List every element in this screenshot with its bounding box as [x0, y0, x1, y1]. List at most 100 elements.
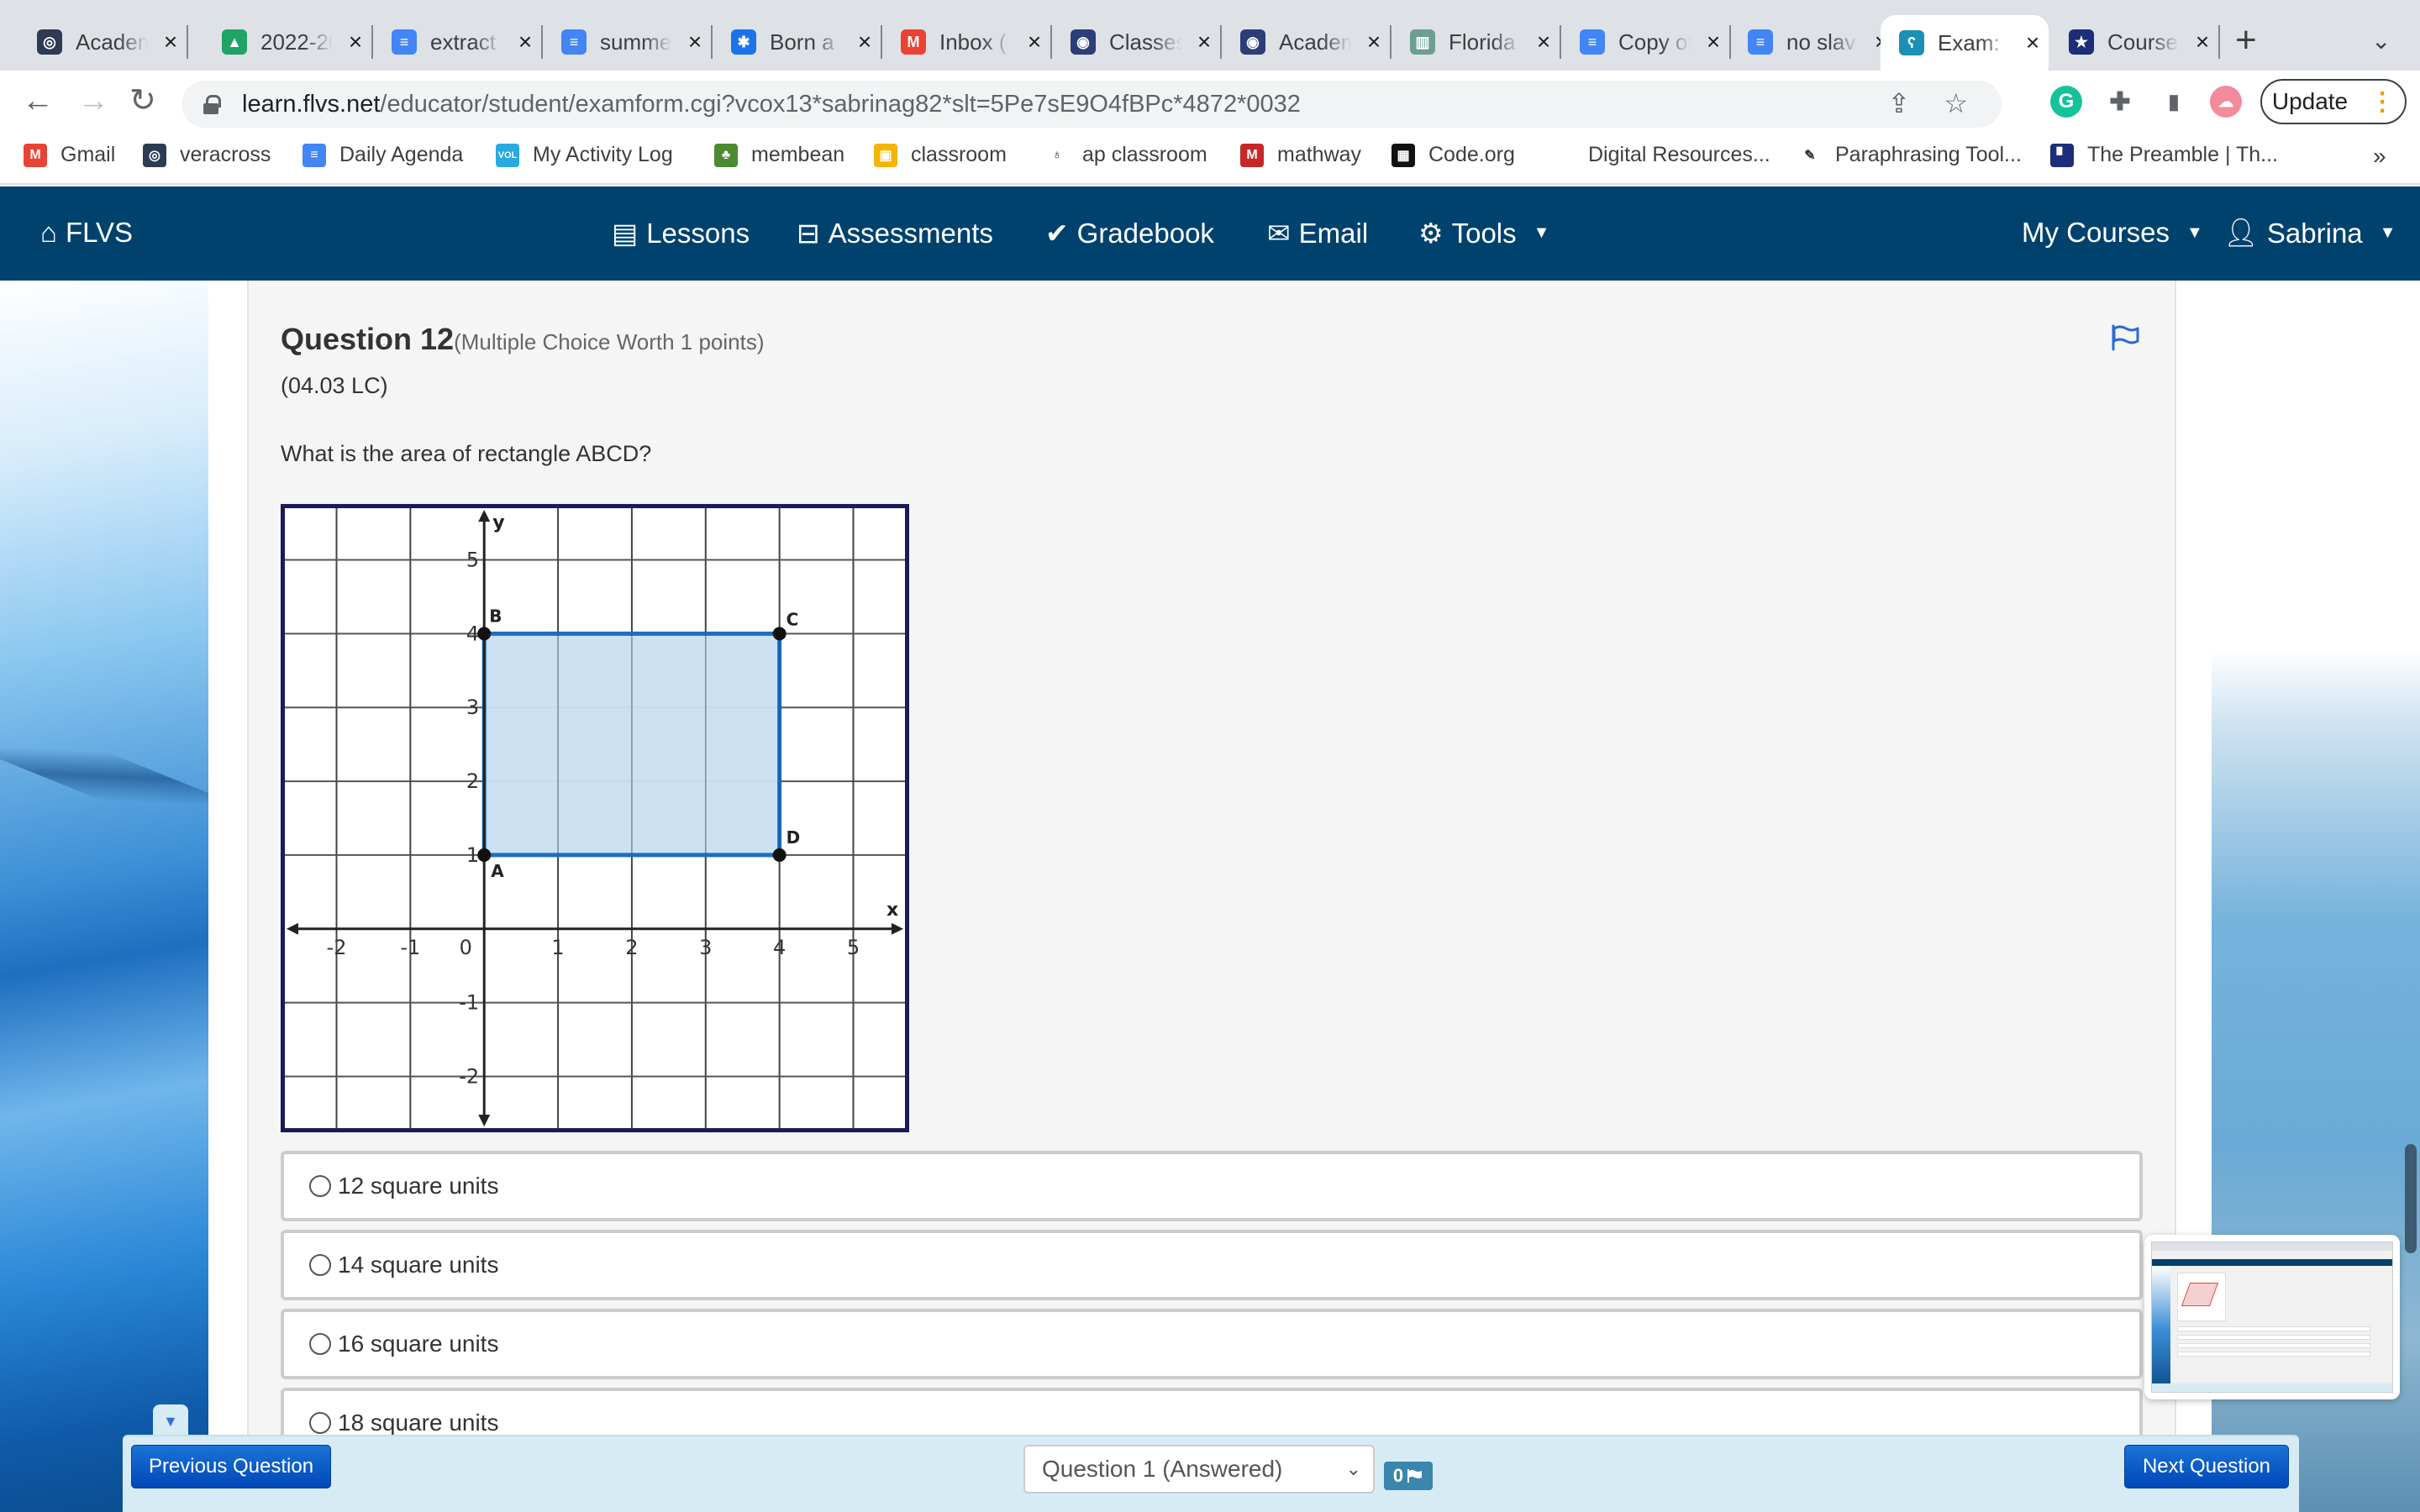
browser-tab[interactable]: ◉ Academics × [1222, 15, 1392, 69]
lock-icon[interactable] [203, 95, 221, 114]
browser-tab[interactable]: ▥ Florida × [1392, 15, 1561, 69]
nav-gradebook-label: Gradebook [1076, 217, 1214, 249]
y-tick-label: 3 [466, 696, 479, 719]
vol-icon: VOL [496, 143, 519, 167]
bookmark-item[interactable]: M Gmail [24, 143, 115, 167]
browser-tab[interactable]: ◉ Classes × [1052, 15, 1222, 69]
preamble-icon: ▘ [2050, 143, 2074, 167]
browser-toolbar: ← → ↻ learn.flvs.net/educator/student/ex… [0, 71, 2420, 131]
side-panel-icon[interactable]: ▮ [2158, 86, 2190, 118]
nav-email[interactable]: ✉ Email [1267, 217, 1368, 249]
bookmarks-overflow-icon[interactable]: » [2373, 143, 2386, 170]
radio-button[interactable] [309, 1412, 331, 1434]
collapse-toggle-icon[interactable]: ▼ [153, 1404, 188, 1438]
nav-assessments[interactable]: ⊟ Assessments [797, 217, 993, 249]
x-tick-label: 3 [699, 936, 712, 959]
asterisk-icon: ✱ [731, 29, 756, 55]
close-tab-icon[interactable]: × [852, 29, 877, 55]
profile-avatar[interactable]: ☁ [2210, 86, 2242, 118]
bookmark-item[interactable]: VOL My Activity Log [496, 143, 673, 167]
radio-button[interactable] [309, 1175, 331, 1197]
nav-user-menu[interactable]: 👤︎ Sabrina ▼ [2223, 217, 2396, 249]
browser-tab-label: Exam: [1938, 29, 2000, 55]
y-axis-arrow-down [478, 1115, 491, 1126]
close-tab-icon[interactable]: × [2020, 29, 2045, 56]
mathway-icon: M [1240, 143, 1264, 167]
next-question-button[interactable]: Next Question [2124, 1445, 2289, 1488]
radio-button[interactable] [309, 1254, 331, 1276]
page-scrollbar-thumb[interactable] [2405, 1144, 2417, 1253]
forward-arrow-icon[interactable]: → [77, 82, 109, 119]
google-drive-icon: ▲ [222, 29, 247, 55]
close-tab-icon[interactable]: × [1361, 29, 1386, 55]
close-tab-icon[interactable]: × [1192, 29, 1217, 55]
answer-option[interactable]: 16 square units [281, 1309, 2143, 1379]
browser-tab[interactable]: ʕ Exam: × [1881, 15, 2049, 71]
browser-tab[interactable]: ✱ Born a × [713, 15, 882, 69]
radio-button[interactable] [309, 1333, 331, 1355]
chevron-down-icon: ⌄ [1345, 1458, 1361, 1479]
nav-lessons[interactable]: ▤ Lessons [612, 217, 750, 249]
close-tab-icon[interactable]: × [158, 29, 183, 55]
screenshot-thumbnail-preview[interactable] [2144, 1235, 2400, 1399]
close-tab-icon[interactable]: × [2190, 29, 2215, 55]
browser-tab[interactable]: ≡ summer × [543, 15, 713, 69]
browser-tab[interactable]: ≡no slav× [1729, 15, 1897, 69]
coordinate-graph: x y -2 -1 0 1 2 3 4 5 -2 -1 1 2 3 4 5 A B C D [281, 504, 909, 1132]
bookmark-label: The Preamble | Th... [2087, 143, 2278, 166]
browser-tab-strip: ◎Academics×▲2022-2023×≡extract×≡summer×✱… [0, 0, 2420, 71]
bookmark-label: Paraphrasing Tool... [1835, 143, 2022, 166]
update-browser-button[interactable]: Update ⋮ [2260, 79, 2407, 124]
browser-tab-label: Academics [1279, 29, 1351, 55]
nav-my-courses[interactable]: My Courses ▼ [2022, 217, 2203, 249]
answer-option[interactable]: 12 square units [281, 1151, 2143, 1221]
tab-search-chevron-icon[interactable]: ⌄ [2371, 27, 2391, 55]
browser-tab[interactable]: ◎ Academics × [18, 15, 188, 69]
reload-icon[interactable]: ↻ [129, 82, 156, 119]
back-arrow-icon[interactable]: ← [22, 82, 54, 119]
close-tab-icon[interactable]: × [1701, 29, 1726, 55]
flag-question-icon[interactable] [2111, 324, 2141, 351]
close-tab-icon[interactable]: × [343, 29, 368, 55]
bookmark-label: Gmail [60, 143, 116, 166]
shield-star-icon: ★ [2069, 29, 2094, 55]
browser-tab[interactable]: ▲ 2022-2023 × [203, 15, 373, 69]
share-icon[interactable]: ⇪ [1888, 87, 1911, 119]
previous-question-button[interactable]: Previous Question [131, 1445, 331, 1488]
grammarly-extension-icon[interactable]: G [2050, 86, 2082, 118]
nav-home-flvs[interactable]: ⌂ FLVS [40, 217, 133, 249]
bookmark-item[interactable]: ♁ ap classroom [1045, 143, 1207, 167]
bookmark-item[interactable]: ♣ membean [714, 143, 844, 167]
bookmark-item[interactable]: ✎ Paraphrasing Tool... [1798, 143, 2022, 167]
bookmark-item[interactable]: ▘ The Preamble | Th... [2050, 143, 2278, 167]
x-tick-label: 0 [460, 936, 472, 959]
user-icon: 👤︎ [2223, 217, 2259, 248]
bookmark-star-icon[interactable]: ☆ [1944, 87, 1968, 119]
address-bar[interactable]: learn.flvs.net/educator/student/examform… [182, 81, 2002, 128]
close-tab-icon[interactable]: × [1531, 29, 1556, 55]
bookmark-item[interactable]: ▣ classroom [874, 143, 1007, 167]
bookmark-item[interactable]: Digital Resources... [1588, 143, 1770, 167]
browser-tab[interactable]: ≡ Copy of × [1561, 15, 1731, 69]
question-standard-code: (04.03 LC) [281, 373, 388, 398]
browser-tab[interactable]: M Inbox (× [882, 15, 1052, 69]
bookmark-item[interactable]: Mmathway [1240, 143, 1361, 167]
bookmark-item[interactable]: ◎ veracross [143, 143, 271, 167]
browser-tab[interactable]: ≡ extract × [373, 15, 543, 69]
close-tab-icon[interactable]: × [1022, 29, 1047, 55]
browser-tab[interactable]: ★ Courses × [2050, 15, 2220, 69]
nav-gradebook[interactable]: ✔ Gradebook [1045, 217, 1214, 249]
envelope-icon: ✉ [1267, 218, 1291, 249]
question-select[interactable]: Question 1 (Answered) ⌄ [1023, 1445, 1375, 1494]
bookmark-item[interactable]: ≡ Daily Agenda [302, 143, 463, 167]
answer-option[interactable]: 14 square units [281, 1230, 2143, 1300]
veracross-icon: ◎ [143, 143, 166, 167]
close-tab-icon[interactable]: × [682, 29, 708, 55]
new-tab-button[interactable]: + [2235, 22, 2257, 59]
flagged-count-badge[interactable]: 0 [1384, 1462, 1433, 1490]
vertex-point-a [477, 848, 492, 862]
nav-tools[interactable]: ⚙ Tools ▼ [1418, 217, 1549, 249]
close-tab-icon[interactable]: × [513, 29, 538, 55]
bookmark-item[interactable]: ▦ Code.org [1392, 143, 1515, 167]
extensions-puzzle-icon[interactable]: ✚ [2104, 86, 2136, 118]
